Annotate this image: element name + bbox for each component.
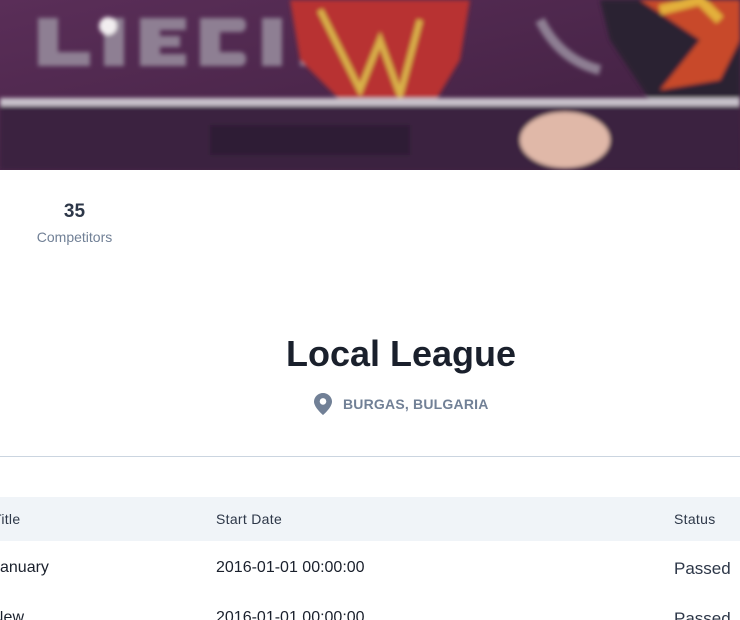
tournament-location: BURGAS, BULGARIA	[314, 392, 489, 416]
cell-start-date: 2016-01-01 00:00:00	[216, 559, 365, 576]
competitors-stat: 35 Competitors	[22, 200, 127, 246]
cell-status: Passed	[674, 609, 731, 620]
competitors-label: Competitors	[36, 229, 113, 245]
table-header: Title Start Date Status	[0, 497, 740, 541]
tournament-title: Local League	[285, 333, 517, 374]
competitors-count: 35	[63, 201, 86, 222]
cell-start-date: 2016-01-01 00:00:00	[216, 609, 365, 620]
column-header-start-date[interactable]: Start Date	[216, 511, 282, 527]
table-row[interactable]: New 2016-01-01 00:00:00 Passed	[0, 591, 740, 620]
map-pin-icon	[314, 393, 332, 415]
column-header-status[interactable]: Status	[674, 511, 716, 527]
hero-photo	[0, 0, 740, 170]
cell-title: New	[0, 609, 25, 620]
table-row[interactable]: January 2016-01-01 00:00:00 Passed	[0, 541, 740, 591]
cell-title: January	[0, 559, 49, 576]
section-divider	[0, 456, 740, 457]
hero-banner-image	[0, 0, 740, 170]
cell-status: Passed	[674, 559, 731, 578]
location-text: BURGAS, BULGARIA	[343, 396, 489, 412]
column-header-title[interactable]: Title	[0, 511, 20, 527]
